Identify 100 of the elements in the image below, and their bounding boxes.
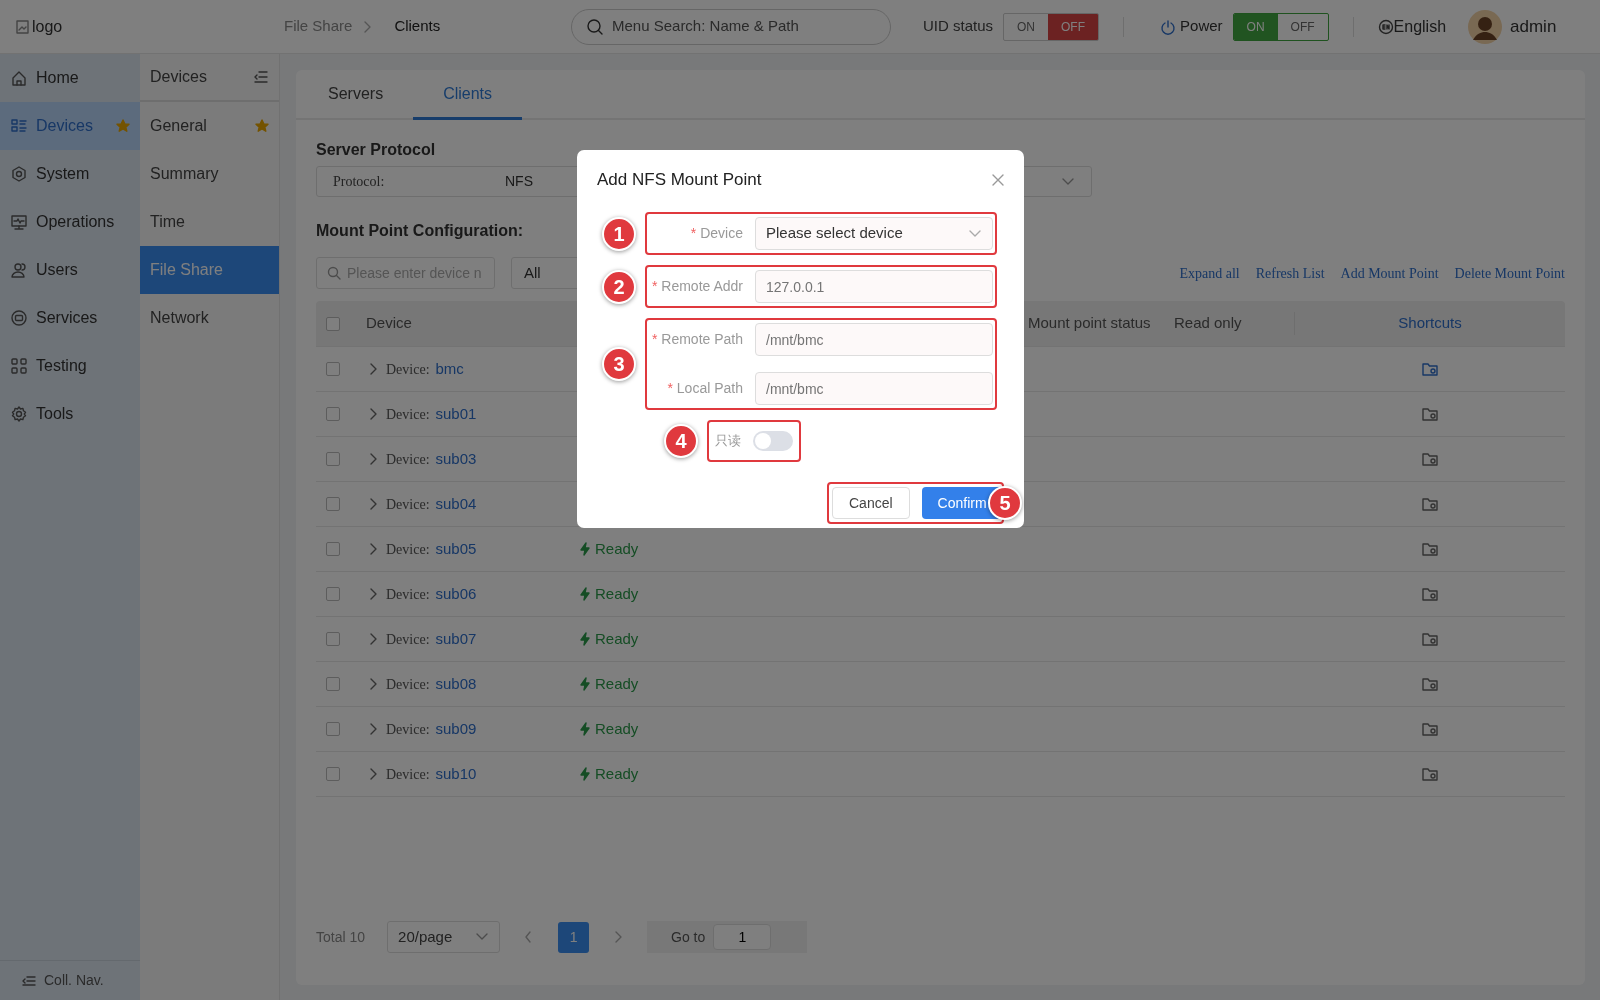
device-link[interactable]: sub03: [435, 447, 477, 471]
field-label: * Remote Path: [650, 330, 743, 349]
language-selector[interactable]: English: [1393, 14, 1447, 39]
device-label: Device:: [386, 495, 430, 514]
checkbox[interactable]: [326, 497, 340, 511]
callout-number: 5: [988, 486, 1022, 520]
device-link[interactable]: sub06: [435, 582, 477, 606]
checkbox[interactable]: [326, 767, 340, 781]
page-size-select[interactable]: 20/page: [387, 921, 501, 953]
action-link[interactable]: Delete Mount Point: [1454, 262, 1565, 284]
column-header: Device: [366, 313, 413, 334]
status-text: Ready: [595, 538, 639, 559]
checkbox[interactable]: [326, 587, 340, 601]
checkbox[interactable]: [326, 632, 340, 646]
checkbox[interactable]: [326, 452, 340, 466]
device-link[interactable]: sub01: [435, 402, 477, 426]
power-label: Power: [1180, 16, 1223, 37]
switch-label: 只读: [715, 432, 741, 451]
sub-nav-item[interactable]: File Share: [140, 246, 279, 294]
breadcrumb-item[interactable]: File Share: [284, 15, 353, 38]
device-link[interactable]: sub07: [435, 627, 477, 651]
sub-nav-item[interactable]: Network: [140, 294, 279, 342]
circle-icon: [10, 309, 28, 327]
nav-item[interactable]: Home: [0, 54, 140, 102]
nav-item[interactable]: Services: [0, 294, 140, 342]
toggle-switch[interactable]: [753, 431, 793, 451]
device-link[interactable]: sub09: [435, 717, 477, 741]
breadcrumb-item: Clients: [394, 16, 441, 37]
input-field[interactable]: 127.0.0.1: [755, 270, 993, 303]
callout-number: 1: [602, 216, 636, 251]
device-link[interactable]: sub04: [435, 492, 477, 516]
tab[interactable]: Servers: [298, 70, 414, 120]
folder-icon[interactable]: [1421, 722, 1438, 736]
folder-icon[interactable]: [1421, 497, 1438, 511]
settings-icon: [10, 405, 28, 423]
power-toggle-option[interactable]: OFF: [1277, 13, 1328, 40]
lightning-icon: [579, 542, 591, 556]
section-title: Mount Point Configuration:: [316, 221, 524, 241]
close-icon[interactable]: [992, 174, 1004, 186]
nav-item[interactable]: Tools: [0, 390, 140, 438]
uid-toggle-option[interactable]: ON: [1004, 13, 1049, 40]
checkbox[interactable]: [326, 722, 340, 736]
nav-item[interactable]: Users: [0, 246, 140, 294]
input-field[interactable]: /mnt/bmc: [755, 372, 993, 405]
checkbox[interactable]: [326, 407, 340, 421]
checkbox[interactable]: [326, 542, 340, 556]
device-label: Device:: [386, 405, 430, 424]
cancel-button[interactable]: Cancel: [832, 487, 910, 519]
logo-alt-text: logo: [32, 16, 63, 37]
folder-icon[interactable]: [1421, 587, 1438, 601]
checkbox[interactable]: [326, 362, 340, 376]
device-select[interactable]: Please select device: [755, 217, 993, 250]
column-header: Read only: [1174, 313, 1243, 334]
nav-item[interactable]: Testing: [0, 342, 140, 390]
section-title: Server Protocol: [316, 140, 436, 160]
lightning-icon: [579, 767, 591, 781]
action-link[interactable]: Add Mount Point: [1340, 262, 1439, 284]
lightning-icon: [579, 632, 591, 646]
device-label: Device:: [386, 360, 430, 379]
device-link[interactable]: sub05: [435, 537, 477, 561]
input-field[interactable]: /mnt/bmc: [755, 323, 993, 356]
sub-nav-item[interactable]: General: [140, 102, 279, 150]
folder-icon[interactable]: [1421, 362, 1438, 376]
status-text: Ready: [595, 628, 639, 649]
folder-icon[interactable]: [1421, 542, 1438, 556]
callout-number: 3: [602, 347, 636, 381]
checkbox[interactable]: [326, 677, 340, 691]
tab[interactable]: Clients: [413, 70, 523, 120]
home-icon: [10, 69, 28, 87]
folder-icon[interactable]: [1421, 767, 1438, 781]
checkbox[interactable]: [326, 316, 340, 331]
page-number[interactable]: 1: [558, 921, 590, 953]
goto-label: Go to: [671, 927, 706, 947]
folder-icon[interactable]: [1421, 677, 1438, 691]
power-toggle-option[interactable]: ON: [1233, 13, 1278, 40]
avatar-icon: [1468, 9, 1503, 44]
device-link[interactable]: bmc: [435, 357, 464, 381]
device-label: Device:: [386, 540, 430, 559]
action-link[interactable]: Refresh List: [1255, 262, 1325, 284]
nav-item[interactable]: Devices: [0, 102, 140, 150]
sub-nav-item[interactable]: Summary: [140, 150, 279, 198]
star-icon: [255, 119, 269, 133]
device-label: Device:: [386, 765, 430, 784]
folder-icon[interactable]: [1421, 407, 1438, 421]
action-link[interactable]: Expand all: [1179, 262, 1240, 284]
sub-nav-item[interactable]: Time: [140, 198, 279, 246]
device-link[interactable]: sub08: [435, 672, 477, 696]
device-label: Device:: [386, 675, 430, 694]
uid-toggle-option[interactable]: OFF: [1048, 13, 1099, 40]
device-link[interactable]: sub10: [435, 762, 477, 786]
search-icon: [327, 266, 341, 280]
column-header: Mount point status: [1028, 313, 1152, 334]
nav-item[interactable]: Operations: [0, 198, 140, 246]
user-name[interactable]: admin: [1510, 13, 1557, 40]
goto-input[interactable]: 1: [713, 924, 772, 950]
folder-icon[interactable]: [1421, 452, 1438, 466]
folder-icon[interactable]: [1421, 632, 1438, 646]
hexagon-icon: [10, 165, 28, 183]
nav-item[interactable]: System: [0, 150, 140, 198]
lightning-icon: [579, 722, 591, 736]
